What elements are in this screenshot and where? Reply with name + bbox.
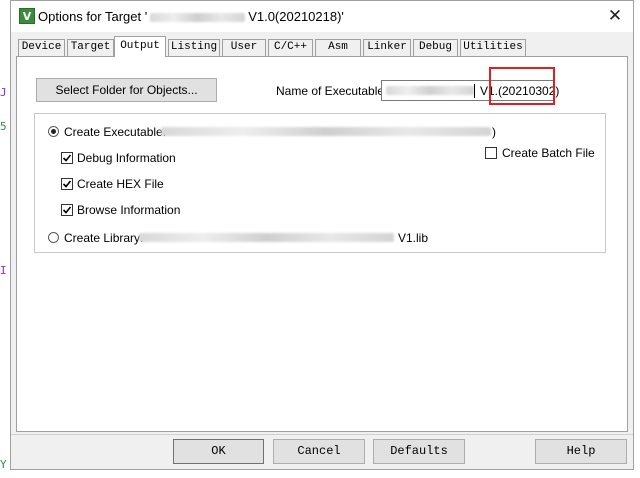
background-editor-glyph: 5 [0, 120, 7, 133]
debug-information-checkbox[interactable] [61, 152, 73, 164]
window-title-prefix: Options for Target ' [38, 9, 148, 24]
create-executable-path-tail: ) [492, 125, 496, 139]
tab-target[interactable]: Target [67, 39, 114, 56]
create-library-path-tail: V1.lib [398, 231, 429, 245]
checkmark-icon [62, 154, 72, 162]
background-editor-glyph: J [0, 86, 7, 99]
title-bar[interactable]: V Options for Target ' V1.0(20210218)' ✕ [11, 1, 633, 32]
background-editor-glyph: I [0, 264, 7, 277]
create-batch-file-label: Create Batch File [502, 146, 595, 160]
tab-strip: Device Target Output Listing User C/C++ … [18, 36, 618, 57]
tab-user[interactable]: User [222, 39, 266, 56]
create-hex-file-label: Create HEX File [77, 177, 164, 191]
window-title-suffix: V1.0(20210218)' [248, 9, 344, 24]
tab-output[interactable]: Output [114, 36, 166, 57]
background-editor-glyph: Y [0, 458, 7, 471]
defaults-button[interactable]: Defaults [373, 439, 465, 464]
debug-information-label: Debug Information [77, 151, 176, 165]
create-batch-file-checkbox[interactable] [485, 147, 497, 159]
close-icon: ✕ [607, 6, 623, 25]
ok-button[interactable]: OK [173, 439, 264, 464]
redacted-executable-path [161, 127, 491, 136]
text-cursor [474, 84, 475, 98]
options-dialog: V Options for Target ' V1.0(20210218)' ✕ … [10, 0, 634, 470]
browse-information-checkbox[interactable] [61, 204, 73, 216]
create-library-label: Create Library: [64, 231, 144, 245]
select-folder-button[interactable]: Select Folder for Objects... [36, 78, 217, 102]
browse-information-label: Browse Information [77, 203, 181, 217]
checkmark-icon [62, 180, 72, 188]
create-executable-label: Create Executable: [64, 125, 167, 139]
name-of-executable-label: Name of Executable: [276, 84, 388, 98]
help-button[interactable]: Help [535, 439, 627, 464]
create-library-radio[interactable] [48, 232, 59, 243]
keil-app-icon: V [19, 8, 35, 24]
create-hex-file-checkbox[interactable] [61, 178, 73, 190]
red-annotation-box [489, 67, 555, 105]
checkmark-icon [62, 206, 72, 214]
redacted-executable-name [386, 86, 474, 95]
window-title: Options for Target ' V1.0(20210218)' [38, 9, 344, 24]
create-executable-radio[interactable] [48, 126, 59, 137]
redacted-target-name [150, 13, 246, 23]
close-button[interactable]: ✕ [603, 5, 627, 27]
tab-device[interactable]: Device [18, 39, 65, 56]
footer-divider [11, 434, 633, 435]
tab-listing[interactable]: Listing [168, 39, 220, 56]
tab-utilities[interactable]: Utilities [460, 39, 526, 56]
tab-c-cpp[interactable]: C/C++ [268, 39, 313, 56]
redacted-library-path [139, 233, 394, 242]
tab-debug[interactable]: Debug [413, 39, 458, 56]
tab-linker[interactable]: Linker [363, 39, 411, 56]
cancel-button[interactable]: Cancel [273, 439, 365, 464]
tab-asm[interactable]: Asm [315, 39, 361, 56]
